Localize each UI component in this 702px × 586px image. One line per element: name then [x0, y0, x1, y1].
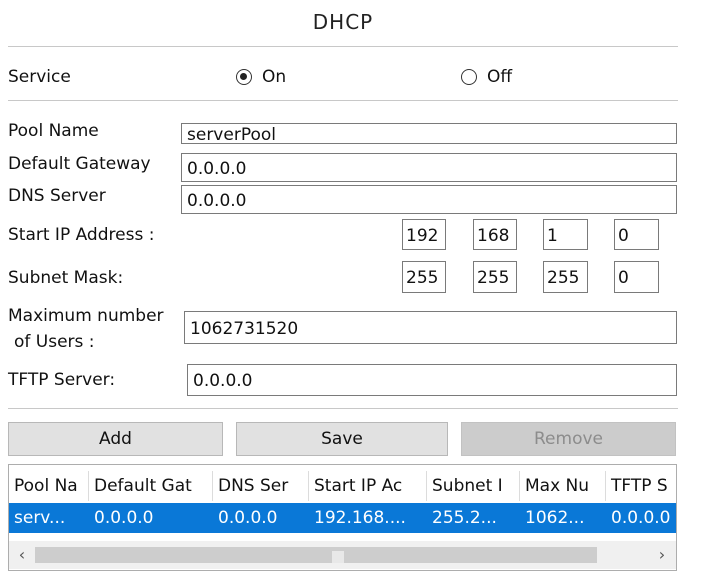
- scroll-right-icon[interactable]: ›: [649, 541, 675, 569]
- column-header-pool-name[interactable]: Pool Na: [9, 471, 89, 501]
- remove-button: Remove: [461, 422, 676, 456]
- divider: [8, 46, 678, 47]
- column-header-start-ip[interactable]: Start IP Ac: [309, 471, 427, 501]
- radio-unchecked-icon: [461, 69, 477, 85]
- dialog-title: DHCP: [312, 10, 374, 34]
- column-header-max-users[interactable]: Max Nu: [520, 471, 606, 501]
- radio-checked-icon: [236, 69, 252, 85]
- table-cell: 0.0.0.0: [94, 508, 154, 528]
- table-row[interactable]: serv... 0.0.0.0 0.0.0.0 192.168.... 255.…: [9, 503, 676, 533]
- default-gateway-label: Default Gateway: [8, 154, 151, 174]
- table-header: Pool Na Default Gat DNS Ser Start IP Ac …: [9, 471, 676, 501]
- table-cell: 1062...: [525, 508, 585, 528]
- tftp-server-label: TFTP Server:: [8, 370, 116, 390]
- save-button[interactable]: Save: [236, 422, 448, 456]
- service-off-label: Off: [487, 67, 513, 87]
- service-on-radio[interactable]: On: [236, 67, 286, 87]
- pool-name-input[interactable]: [181, 123, 677, 144]
- table-cell: 192.168....: [314, 508, 406, 528]
- horizontal-scrollbar[interactable]: ‹ ›: [9, 541, 676, 569]
- subnet-mask-octet-2[interactable]: [473, 261, 517, 293]
- divider: [8, 408, 678, 409]
- tftp-server-input[interactable]: [187, 364, 677, 396]
- subnet-mask-octet-4[interactable]: [614, 261, 659, 293]
- default-gateway-input[interactable]: [181, 153, 677, 182]
- max-users-input[interactable]: [184, 311, 677, 344]
- scrollbar-thumb[interactable]: [35, 547, 597, 563]
- table-cell: 0.0.0.0: [218, 508, 278, 528]
- dns-server-label: DNS Server: [8, 186, 106, 206]
- add-button[interactable]: Add: [8, 422, 223, 456]
- service-label: Service: [8, 67, 71, 87]
- start-ip-octet-4[interactable]: [614, 219, 659, 250]
- table-cell: 0.0.0.0: [611, 508, 671, 528]
- subnet-mask-label: Subnet Mask:: [8, 268, 124, 288]
- pool-name-label: Pool Name: [8, 121, 99, 141]
- divider: [8, 100, 678, 101]
- subnet-mask-octet-3[interactable]: [543, 261, 588, 293]
- max-users-label-line2: of Users :: [14, 332, 95, 352]
- column-header-default-gateway[interactable]: Default Gat: [89, 471, 213, 501]
- start-ip-octet-2[interactable]: [473, 219, 517, 250]
- scrollbar-grip-icon: [332, 551, 344, 563]
- dns-server-input[interactable]: [181, 185, 677, 214]
- max-users-label-line1: Maximum number: [8, 306, 164, 326]
- pool-table: Pool Na Default Gat DNS Ser Start IP Ac …: [8, 464, 677, 571]
- scroll-left-icon[interactable]: ‹: [9, 541, 35, 569]
- column-header-tftp-server[interactable]: TFTP S: [606, 471, 676, 501]
- column-header-subnet-mask[interactable]: Subnet I: [427, 471, 520, 501]
- start-ip-label: Start IP Address :: [8, 225, 155, 245]
- service-off-radio[interactable]: Off: [461, 67, 512, 87]
- column-header-dns-server[interactable]: DNS Ser: [213, 471, 309, 501]
- table-cell: serv...: [14, 508, 66, 528]
- start-ip-octet-3[interactable]: [543, 219, 588, 250]
- service-on-label: On: [262, 67, 287, 87]
- subnet-mask-octet-1[interactable]: [402, 261, 446, 293]
- table-cell: 255.2...: [432, 508, 497, 528]
- start-ip-octet-1[interactable]: [402, 219, 446, 250]
